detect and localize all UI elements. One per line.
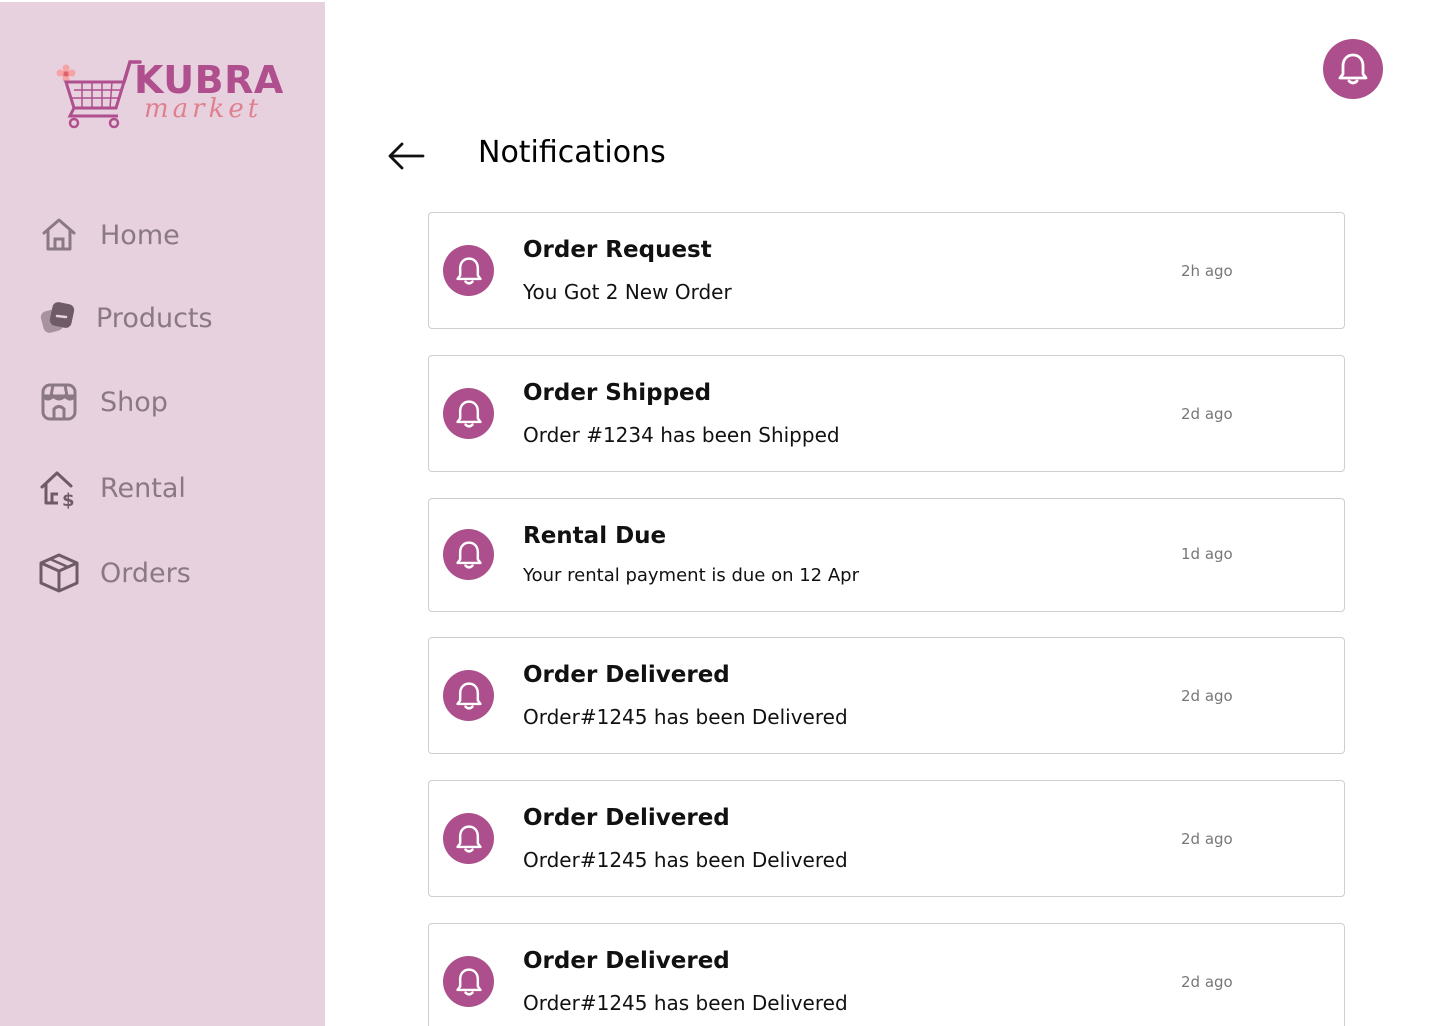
notification-card[interactable]: Order Delivered Order#1245 has been Deli…	[428, 637, 1345, 754]
notification-time: 2h ago	[1181, 262, 1233, 280]
svg-text:$: $	[62, 490, 75, 509]
products-icon	[38, 297, 80, 339]
sidebar-item-shop[interactable]: Shop	[38, 380, 298, 424]
notification-message: You Got 2 New Order	[523, 280, 732, 304]
sidebar-item-label: Home	[100, 219, 180, 251]
notification-message: Order #1234 has been Shipped	[523, 423, 840, 447]
shop-icon	[38, 381, 80, 423]
notification-message: Order#1245 has been Delivered	[523, 991, 848, 1015]
bell-icon	[443, 956, 494, 1007]
notification-time: 2d ago	[1181, 830, 1233, 848]
notification-card[interactable]: Order Delivered Order#1245 has been Deli…	[428, 780, 1345, 897]
sidebar-item-rental[interactable]: $ Rental	[38, 466, 298, 510]
notification-title: Order Request	[523, 237, 712, 263]
sidebar-item-products[interactable]: Products	[38, 296, 298, 340]
back-button[interactable]	[386, 138, 426, 174]
back-arrow-icon	[388, 142, 425, 170]
notifications-bell-button[interactable]	[1323, 39, 1383, 99]
notification-title: Order Delivered	[523, 805, 730, 831]
bell-icon	[443, 529, 494, 580]
notification-card[interactable]: Order Shipped Order #1234 has been Shipp…	[428, 355, 1345, 472]
orders-icon	[38, 552, 80, 594]
sidebar-item-home[interactable]: Home	[38, 213, 298, 257]
bell-icon	[443, 245, 494, 296]
notification-title: Order Delivered	[523, 662, 730, 688]
sidebar-item-label: Orders	[100, 557, 191, 589]
notification-card[interactable]: Rental Due Your rental payment is due on…	[428, 498, 1345, 612]
cart-icon	[56, 60, 142, 129]
notification-time: 1d ago	[1181, 545, 1233, 563]
bell-icon	[443, 813, 494, 864]
sidebar-item-label: Shop	[100, 386, 168, 418]
notification-message: Order#1245 has been Delivered	[523, 705, 848, 729]
brand-logo[interactable]: KUBRA market	[52, 56, 283, 132]
notification-title: Order Delivered	[523, 948, 730, 974]
bell-icon	[1338, 53, 1368, 85]
notification-card[interactable]: Order Request You Got 2 New Order 2h ago	[428, 212, 1345, 329]
brand-subname: market	[144, 94, 263, 124]
notification-title: Order Shipped	[523, 380, 712, 406]
bell-icon	[443, 388, 494, 439]
notification-card[interactable]: Order Delivered Order#1245 has been Deli…	[428, 923, 1345, 1026]
bell-icon	[443, 670, 494, 721]
sidebar-item-label: Products	[96, 302, 213, 334]
notification-title: Rental Due	[523, 523, 667, 549]
notification-message: Order#1245 has been Delivered	[523, 848, 848, 872]
notification-message: Your rental payment is due on 12 Apr	[523, 565, 859, 586]
sidebar-item-label: Rental	[100, 472, 186, 504]
home-icon	[38, 214, 80, 256]
notification-time: 2d ago	[1181, 973, 1233, 991]
sidebar-item-orders[interactable]: Orders	[38, 551, 298, 595]
notification-time: 2d ago	[1181, 405, 1233, 423]
sidebar: KUBRA market Home Products Shop $ Rental…	[0, 2, 325, 1026]
notification-time: 2d ago	[1181, 687, 1233, 705]
rental-icon: $	[38, 467, 80, 509]
page-title: Notifications	[478, 135, 666, 170]
